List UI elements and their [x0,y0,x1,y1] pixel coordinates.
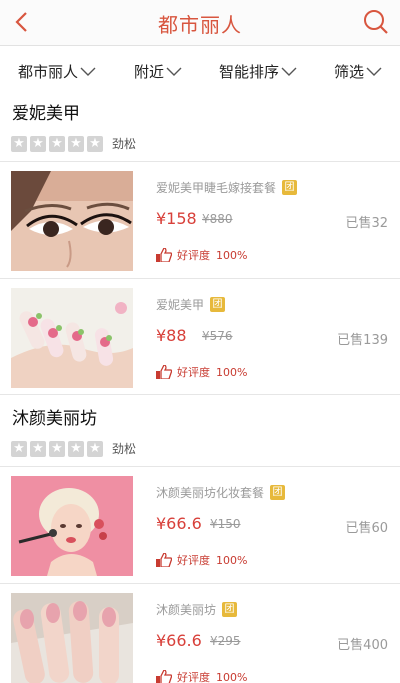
praise-rate: 好评度 100% [156,247,247,263]
filter-nearby-label: 附近 [134,63,165,81]
shop-area: 劲松 [112,442,137,456]
list-item[interactable]: 沐颜美丽坊化妆套餐 团 ¥66.6 ¥150 已售60 好评度 100% [0,476,400,592]
original-price: ¥295 [210,634,241,648]
chevron-down-icon [166,67,182,76]
chevron-down-icon [281,67,297,76]
thumbs-up-icon [156,365,172,379]
praise-value: 100% [216,670,248,683]
filter-category-label: 都市丽人 [18,63,79,81]
star-icon [87,440,103,458]
star-icon [30,135,46,153]
divider [0,394,400,395]
sold-count: 已售400 [337,638,388,653]
filter-bar: 都市丽人 附近 智能排序 筛选 [0,47,400,97]
praise-label: 好评度 [177,366,210,379]
shop-name[interactable]: 爱妮美甲 [12,99,80,124]
star-icon [68,440,84,458]
deal-title: 沐颜美丽坊 团 [156,601,238,618]
chevron-down-icon [80,67,96,76]
star-icon [87,135,103,153]
deal-image-makeup [11,476,133,576]
group-buy-badge: 团 [282,180,298,195]
praise-label: 好评度 [177,671,210,683]
star-icon [30,440,46,458]
shop-rating: 劲松 [11,135,137,153]
chevron-down-icon [366,67,382,76]
sold-count: 已售60 [345,521,388,536]
original-price: ¥150 [210,517,241,531]
shop-name[interactable]: 沐颜美丽坊 [12,404,97,429]
deal-title: 爱妮美甲 团 [156,296,226,313]
shop-area: 劲松 [112,137,137,151]
list-item[interactable]: 沐颜美丽坊 团 ¥66.6 ¥295 已售400 好评度 100% [0,593,400,683]
group-buy-badge: 团 [270,485,286,500]
star-icon [49,440,65,458]
deal-title: 爱妮美甲睫毛嫁接套餐 团 [156,179,298,196]
deal-image-manicure [11,593,133,683]
group-buy-badge: 团 [210,297,226,312]
filter-category[interactable]: 都市丽人 [18,61,96,82]
deal-price: ¥66.6 [156,514,202,533]
deal-price: ¥66.6 [156,631,202,650]
deal-image-eyelash [11,171,133,271]
praise-label: 好评度 [177,554,210,567]
praise-rate: 好评度 100% [156,552,247,568]
star-icon [11,135,27,153]
sold-count: 已售139 [337,333,388,348]
deal-title-text: 沐颜美丽坊 [156,603,217,617]
list-item[interactable]: 爱妮美甲 团 ¥88 ¥576 已售139 好评度 100% [0,288,400,404]
praise-rate: 好评度 100% [156,669,247,683]
sold-count: 已售32 [345,216,388,231]
filter-nearby[interactable]: 附近 [134,61,182,82]
star-icon [68,135,84,153]
list-item[interactable]: 爱妮美甲睫毛嫁接套餐 团 ¥158 ¥880 已售32 好评度 100% [0,171,400,287]
praise-rate: 好评度 100% [156,364,247,380]
deal-title-text: 爱妮美甲 [156,298,205,312]
filter-screen[interactable]: 筛选 [334,61,382,82]
thumbs-up-icon [156,670,172,683]
page-title: 都市丽人 [158,13,242,37]
top-bar: 都市丽人 [0,0,400,46]
original-price: ¥880 [202,212,233,226]
praise-value: 100% [216,248,248,262]
praise-value: 100% [216,365,248,379]
divider [0,278,400,279]
divider [0,583,400,584]
deal-price: ¥88 [156,326,187,345]
divider [0,466,400,467]
filter-screen-label: 筛选 [334,63,365,81]
deal-title-text: 沐颜美丽坊化妆套餐 [156,486,265,500]
filter-sort-label: 智能排序 [219,63,280,81]
filter-sort[interactable]: 智能排序 [219,61,297,82]
deal-image-nails [11,288,133,388]
thumbs-up-icon [156,248,172,262]
deal-price: ¥158 [156,209,197,228]
praise-label: 好评度 [177,249,210,262]
star-icon [11,440,27,458]
search-icon[interactable] [362,8,390,36]
thumbs-up-icon [156,553,172,567]
group-buy-badge: 团 [222,602,238,617]
original-price: ¥576 [202,329,233,343]
divider [0,161,400,162]
deal-title-text: 爱妮美甲睫毛嫁接套餐 [156,181,277,195]
star-icon [49,135,65,153]
praise-value: 100% [216,553,248,567]
shop-rating: 劲松 [11,440,137,458]
deal-title: 沐颜美丽坊化妆套餐 团 [156,484,286,501]
